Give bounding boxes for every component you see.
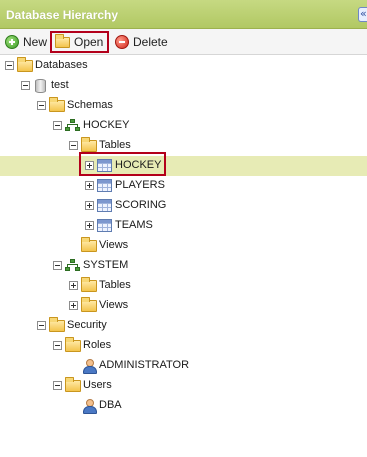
tree-node-label: Roles <box>83 339 112 351</box>
delete-button-label: Delete <box>133 35 168 49</box>
tree-node-label: Views <box>99 239 129 251</box>
tree-node-tables[interactable]: Tables <box>0 136 367 156</box>
panel-header: Database Hierarchy « <box>0 0 367 29</box>
user-icon <box>81 359 97 374</box>
collapse-toggle[interactable] <box>69 141 78 150</box>
tree-node-label: Users <box>83 379 112 391</box>
double-chevron-left-icon: « <box>360 7 367 20</box>
open-folder-icon <box>55 34 70 48</box>
tree-node-label: HOCKEY <box>115 159 162 171</box>
tree-node-schemas[interactable]: Schemas <box>0 96 367 116</box>
tree-node-users[interactable]: Users <box>0 376 367 396</box>
tree-node-role-administrator[interactable]: ADMINISTRATOR <box>0 356 367 376</box>
collapse-toggle[interactable] <box>37 101 46 110</box>
tree-node-table-teams[interactable]: TEAMS <box>0 216 367 236</box>
table-icon <box>97 219 113 233</box>
table-icon <box>97 179 113 193</box>
expand-toggle[interactable] <box>85 161 94 170</box>
new-button-label: New <box>23 35 48 49</box>
tree-node-schema-hockey[interactable]: HOCKEY <box>0 116 367 136</box>
tree-node-label: ADMINISTRATOR <box>99 359 190 371</box>
tree-node-label: PLAYERS <box>115 179 165 191</box>
tree-node-label: SYSTEM <box>83 259 129 271</box>
tree-node-label: TEAMS <box>115 219 153 231</box>
tree-node-table-hockey[interactable]: HOCKEY <box>0 156 367 176</box>
folder-icon <box>65 377 81 393</box>
collapse-toggle[interactable] <box>37 321 46 330</box>
expand-toggle[interactable] <box>85 221 94 230</box>
tree-node-label: Views <box>99 299 129 311</box>
delete-icon <box>115 35 129 49</box>
tree-node-roles[interactable]: Roles <box>0 336 367 356</box>
tree-node-label: Databases <box>35 59 88 71</box>
table-icon <box>97 159 113 173</box>
folder-icon <box>81 297 97 313</box>
tree-node-table-scoring[interactable]: SCORING <box>0 196 367 216</box>
tree-node-label: Tables <box>99 139 131 151</box>
tree-node-label: test <box>51 79 69 91</box>
collapse-toggle[interactable] <box>53 341 62 350</box>
folder-icon <box>65 337 81 353</box>
tree-node-security[interactable]: Security <box>0 316 367 336</box>
tree-node-databases[interactable]: Databases <box>0 56 367 76</box>
collapse-toggle[interactable] <box>53 381 62 390</box>
schema-icon <box>65 259 81 273</box>
expand-toggle[interactable] <box>85 181 94 190</box>
add-icon <box>5 35 19 49</box>
delete-button[interactable]: Delete <box>115 31 168 53</box>
tree-node-test[interactable]: test <box>0 76 367 96</box>
folder-icon <box>17 57 33 73</box>
open-button-label: Open <box>74 35 104 49</box>
schema-icon <box>65 119 81 133</box>
folder-icon <box>81 137 97 153</box>
database-icon <box>33 79 49 93</box>
expand-toggle[interactable] <box>69 281 78 290</box>
expand-toggle[interactable] <box>85 201 94 210</box>
tree-node-label: SCORING <box>115 199 167 211</box>
toolbar: New Open Delete <box>0 29 367 55</box>
tree-node-table-players[interactable]: PLAYERS <box>0 176 367 196</box>
tree-node-label: Tables <box>99 279 131 291</box>
tree-node-label: Schemas <box>67 99 113 111</box>
tree-node-label: HOCKEY <box>83 119 130 131</box>
tree-node-user-dba[interactable]: DBA <box>0 396 367 416</box>
new-button[interactable]: New <box>5 31 47 53</box>
collapse-panel-button[interactable]: « <box>358 7 367 22</box>
tree-node-label: DBA <box>99 399 122 411</box>
collapse-toggle[interactable] <box>53 121 62 130</box>
collapse-toggle[interactable] <box>53 261 62 270</box>
hierarchy-tree: Databases test Schemas HOCKEY Tables HOC… <box>0 55 367 457</box>
table-icon <box>97 199 113 213</box>
database-hierarchy-panel: Database Hierarchy « New Open Delete Dat… <box>0 0 367 457</box>
tree-node-system-tables[interactable]: Tables <box>0 276 367 296</box>
collapse-toggle[interactable] <box>5 61 14 70</box>
folder-icon <box>49 317 65 333</box>
tree-node-label: Security <box>67 319 107 331</box>
tree-node-views[interactable]: Views <box>0 236 367 256</box>
folder-icon <box>49 97 65 113</box>
collapse-toggle[interactable] <box>21 81 30 90</box>
tree-node-schema-system[interactable]: SYSTEM <box>0 256 367 276</box>
open-button[interactable]: Open <box>50 31 109 53</box>
expand-toggle[interactable] <box>69 301 78 310</box>
folder-icon <box>81 277 97 293</box>
folder-icon <box>81 237 97 253</box>
user-icon <box>81 399 97 414</box>
tree-node-system-views[interactable]: Views <box>0 296 367 316</box>
panel-title: Database Hierarchy <box>6 8 119 22</box>
